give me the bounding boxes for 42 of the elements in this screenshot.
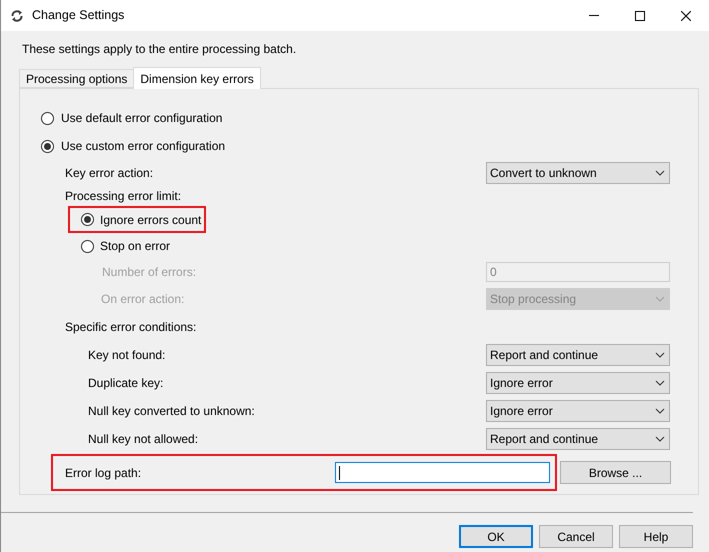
dialog-button[interactable]: Cancel <box>539 525 613 548</box>
field-label: Number of errors: <box>102 264 196 281</box>
field-label: Key error action: <box>65 165 154 182</box>
dropdown[interactable]: Convert to unknown <box>486 162 670 184</box>
dropdown[interactable]: Ignore error <box>486 400 670 422</box>
field-label: Duplicate key: <box>88 375 164 392</box>
section-label: Specific error conditions: <box>65 319 196 336</box>
maximize-icon <box>635 10 645 20</box>
radio-button[interactable] <box>41 140 54 152</box>
chevron-down-icon <box>655 436 665 442</box>
dialog-button[interactable]: Help <box>619 525 693 548</box>
chevron-down-icon <box>655 296 665 302</box>
radio-label[interactable]: Use default error configuration <box>61 109 222 127</box>
error-log-path-field[interactable] <box>335 462 550 483</box>
intro-text: These settings apply to the entire processing batch. <box>22 42 298 57</box>
radio-button[interactable] <box>81 213 94 226</box>
window-title: Change Settings <box>32 7 124 24</box>
radio-label[interactable]: Stop on error <box>100 237 170 255</box>
radio-button[interactable] <box>81 240 94 252</box>
browse-button[interactable]: Browse ... <box>560 461 671 484</box>
chevron-down-icon <box>655 170 665 176</box>
chevron-down-icon <box>655 380 665 386</box>
minimize-icon <box>589 15 599 16</box>
field-label: Null key converted to unknown: <box>88 403 255 420</box>
close-icon <box>681 10 691 20</box>
chevron-down-icon <box>655 408 665 414</box>
chevron-down-icon <box>655 352 665 358</box>
field-label: On error action: <box>101 291 184 308</box>
field-label: Null key not allowed: <box>88 431 198 448</box>
tab[interactable]: Dimension key errors <box>133 67 261 89</box>
field-label: Key not found: <box>88 347 166 364</box>
dropdown[interactable]: Report and continue <box>486 344 670 366</box>
tab[interactable]: Processing options <box>19 69 134 88</box>
dropdown[interactable]: Report and continue <box>486 428 670 450</box>
section-label: Processing error limit: <box>65 188 182 205</box>
radio-label[interactable]: Ignore errors count <box>100 210 202 228</box>
radio-label[interactable]: Use custom error configuration <box>61 137 226 155</box>
radio-button[interactable] <box>41 112 54 124</box>
field-label: Error log path: <box>65 464 142 482</box>
dropdown[interactable]: Ignore error <box>486 372 670 394</box>
dialog-button[interactable]: OK <box>459 525 533 548</box>
refresh-icon <box>10 8 24 22</box>
